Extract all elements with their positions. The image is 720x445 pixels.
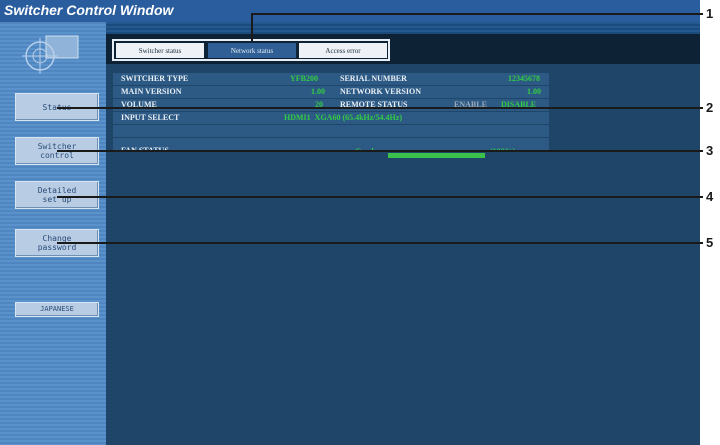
callout-line-3 [57,150,703,152]
callout-number-2: 2 [706,100,714,115]
callout-line-5 [57,242,703,244]
input-select-label: INPUT SELECT [121,113,180,122]
tab-switcher-status[interactable]: Switcher status [116,43,204,58]
switcher-type-value: YFB200 [290,74,318,83]
detailed-setup-button[interactable]: Detailed set up [15,181,99,209]
tab-access-error[interactable]: Access error [299,43,387,58]
remote-enable-value: ENABLE [454,100,487,109]
remote-disable-value: DISABLE [501,100,537,109]
window-title: Switcher Control Window [4,2,174,18]
main-version-value: 1.00 [311,87,325,96]
callout-line-1 [251,13,703,15]
title-bar: Switcher Control Window [0,0,700,22]
tab-network-status[interactable]: Network status [208,43,296,58]
input-select-value: HDMI1 XGA60 (65.4kHz/54.4Hz) [284,113,402,122]
volume-value: 20 [315,100,323,109]
main-version-label: MAIN VERSION [121,87,182,96]
callout-number-4: 4 [706,189,714,204]
remote-status-label: REMOTE STATUS [340,100,408,109]
callout-line-2 [57,107,703,109]
callout-number-3: 3 [706,143,714,158]
switcher-type-label: SWITCHER TYPE [121,74,189,83]
network-version-value: 1.00 [527,87,541,96]
serial-number-label: SERIAL NUMBER [340,74,407,83]
header-strip [106,22,700,34]
fan-status-bar [388,153,485,158]
table-row [113,125,549,138]
volume-label: VOLUME [121,100,157,109]
callout-leader-1 [251,13,253,41]
serial-number-value: 12345678 [508,74,540,83]
callout-number-5: 5 [706,235,714,250]
logo-icon [22,35,79,74]
japanese-button[interactable]: JAPANESE [15,302,99,317]
network-version-label: NETWORK VERSION [340,87,421,96]
callout-number-1: 1 [706,6,714,21]
callout-line-4 [57,196,703,198]
